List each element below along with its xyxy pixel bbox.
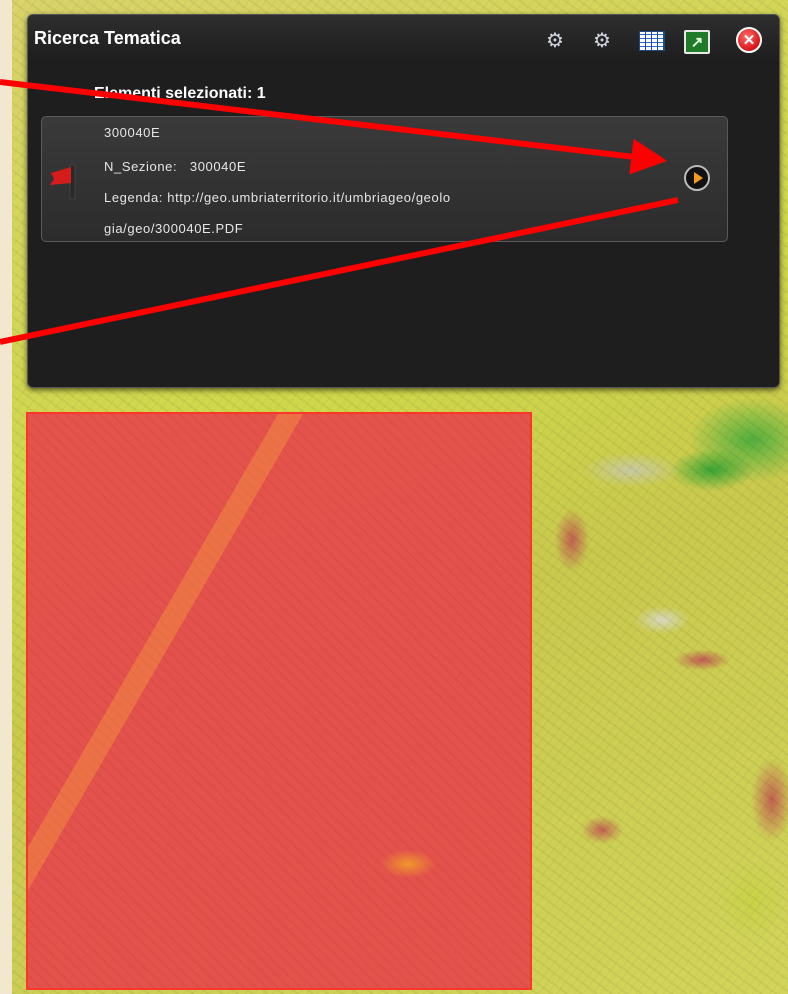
flag-icon xyxy=(50,164,76,200)
selected-count-label: Elementi selezionati: 1 xyxy=(94,85,266,102)
panel-title: Ricerca Tematica xyxy=(34,28,181,48)
thematic-search-panel: Ricerca Tematica ⚙ ⚙ ↗ ✕ Elementi selezi… xyxy=(27,14,780,388)
result-id: 300040E xyxy=(104,125,161,140)
panel-header: Ricerca Tematica ⚙ ⚙ ↗ ✕ xyxy=(28,15,779,65)
table-icon[interactable] xyxy=(639,31,665,51)
legenda-link-part1[interactable]: http://geo.umbriaterritorio.it/umbriageo… xyxy=(167,190,450,205)
sezione-value: 300040E xyxy=(189,159,247,174)
close-icon[interactable]: ✕ xyxy=(736,27,762,53)
result-legenda: Legenda: http://geo.umbriaterritorio.it/… xyxy=(104,190,451,205)
query-icon[interactable]: ⚙ xyxy=(542,27,568,53)
query-area-icon[interactable]: ⚙ xyxy=(589,27,615,53)
export-icon[interactable]: ↗ xyxy=(684,30,710,54)
legenda-label: Legenda: xyxy=(104,190,164,205)
sezione-label: N_Sezione: xyxy=(104,159,178,174)
play-arrow-icon xyxy=(694,172,703,184)
result-item[interactable]: 300040E N_Sezione: 300040E Legenda: http… xyxy=(41,116,728,242)
zoom-to-result-button[interactable] xyxy=(684,165,710,191)
result-sezione: N_Sezione: 300040E xyxy=(104,159,246,174)
selected-area-highlight xyxy=(26,412,532,990)
legenda-link-part2[interactable]: gia/geo/300040E.PDF xyxy=(104,221,243,236)
